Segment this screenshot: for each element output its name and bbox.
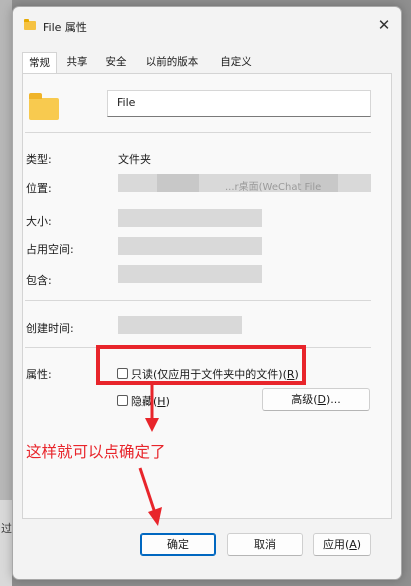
tab-general[interactable]: 常规: [22, 52, 57, 74]
location-label: 位置:: [26, 182, 52, 195]
type-label: 类型:: [26, 153, 52, 166]
background-partial-text: 过: [1, 522, 12, 535]
hidden-label[interactable]: 隐藏(H): [131, 393, 170, 409]
size-on-disk-value-redacted: [118, 237, 262, 255]
type-value: 文件夹: [118, 153, 151, 166]
window-title: File 属性: [43, 21, 87, 34]
advanced-button[interactable]: 高级(D)...: [262, 388, 370, 411]
background-window-lower: [0, 500, 12, 586]
size-value-redacted: [118, 209, 262, 227]
folder-icon: [24, 19, 36, 30]
folder-name-input[interactable]: File: [107, 90, 371, 117]
divider: [25, 300, 371, 301]
title-bar: File 属性 ✕: [13, 7, 401, 41]
tab-previous-versions[interactable]: 以前的版本: [136, 52, 208, 73]
contains-label: 包含:: [26, 274, 52, 287]
tab-customize[interactable]: 自定义: [210, 52, 262, 73]
attributes-label: 属性:: [26, 368, 52, 381]
tab-sharing[interactable]: 共享: [58, 52, 96, 73]
apply-button[interactable]: 应用(A): [313, 533, 371, 556]
size-label: 大小:: [26, 215, 52, 228]
highlight-box: [96, 345, 306, 385]
size-on-disk-label: 占用空间:: [26, 243, 74, 256]
close-button[interactable]: ✕: [373, 15, 395, 35]
tab-security[interactable]: 安全: [97, 52, 135, 73]
folder-large-icon: [29, 93, 59, 120]
ok-button[interactable]: 确定: [140, 533, 216, 556]
redaction-block: [157, 174, 199, 192]
annotation-text: 这样就可以点确定了: [26, 443, 166, 461]
divider: [25, 132, 371, 133]
background-window-edge: [0, 0, 12, 586]
cancel-button[interactable]: 取消: [227, 533, 303, 556]
contains-value-redacted: [118, 265, 262, 283]
hidden-checkbox[interactable]: [117, 395, 128, 406]
created-value-redacted: [118, 316, 242, 334]
created-label: 创建时间:: [26, 322, 74, 335]
location-value-partial: ...r桌面(WeChat File: [225, 182, 322, 193]
